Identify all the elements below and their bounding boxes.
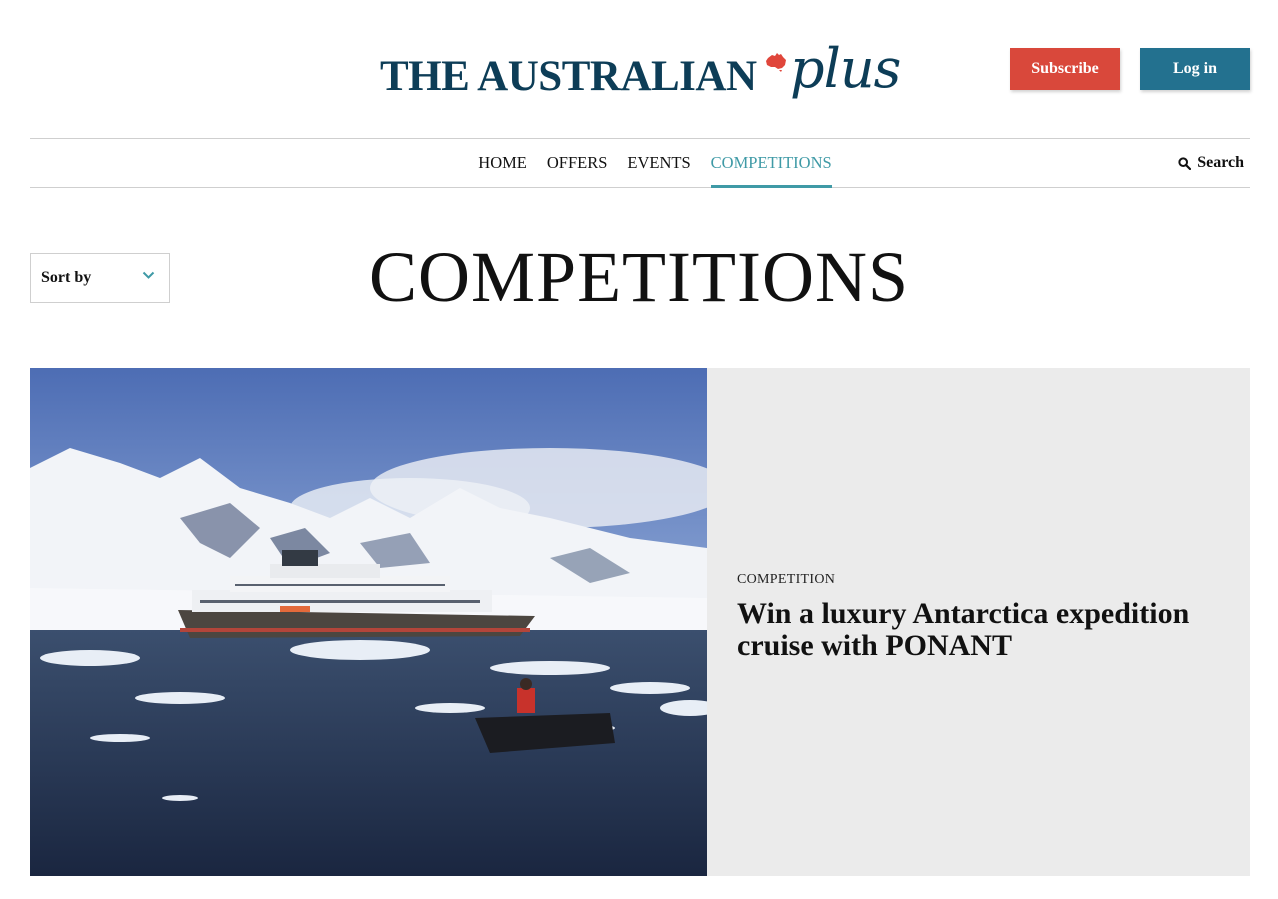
search-icon xyxy=(1178,156,1192,170)
login-button[interactable]: Log in xyxy=(1140,48,1250,90)
nav-item-competitions[interactable]: COMPETITIONS xyxy=(710,139,832,188)
subscribe-button[interactable]: Subscribe xyxy=(1010,48,1120,90)
site-logo[interactable]: THE AUSTRALIAN plus xyxy=(380,37,901,112)
antarctica-cruise-photo xyxy=(30,368,707,876)
card-image[interactable] xyxy=(30,368,707,876)
competition-card[interactable]: COMPETITION Win a luxury Antarctica expe… xyxy=(30,368,1250,876)
logo-wordmark: THE AUSTRALIAN xyxy=(380,52,757,100)
nav-item-offers[interactable]: OFFERS xyxy=(547,139,608,187)
page-title: COMPETITIONS xyxy=(368,237,909,317)
nav-item-home[interactable]: HOME xyxy=(478,139,527,187)
nav-item-events[interactable]: EVENTS xyxy=(627,139,690,187)
card-title[interactable]: Win a luxury Antarctica expedition cruis… xyxy=(737,598,1217,661)
main-nav: HOME OFFERS EVENTS COMPETITIONS Search xyxy=(30,138,1250,188)
card-category: COMPETITION xyxy=(737,572,836,587)
australia-map-icon xyxy=(766,53,786,72)
search-button[interactable]: Search xyxy=(1178,139,1244,187)
search-label: Search xyxy=(1197,154,1244,171)
logo-plus-script: plus xyxy=(790,37,901,100)
